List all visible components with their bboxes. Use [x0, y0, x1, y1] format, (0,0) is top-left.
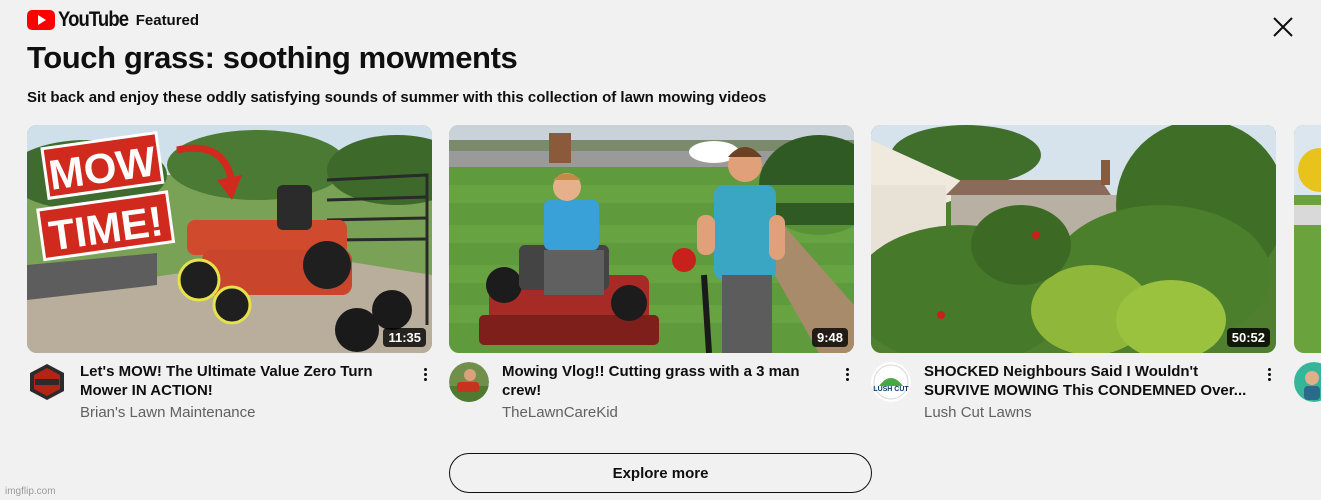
channel-logo-image: [27, 362, 67, 402]
channel-avatar[interactable]: [449, 362, 489, 402]
youtube-logo[interactable]: YouTube: [27, 8, 138, 32]
close-button[interactable]: [1268, 12, 1298, 42]
video-duration: 50:52: [1226, 328, 1270, 347]
playlist-title: Touch grass: soothing mowments: [27, 40, 518, 75]
channel-name[interactable]: Lush Cut Lawns: [924, 404, 1032, 421]
more-vert-icon: [423, 367, 427, 371]
video-thumbnail[interactable]: MOW TIME! 11:35: [27, 125, 432, 353]
video-meta: LUSH CUT SHOCKED Neighbours Said I Would…: [871, 362, 1276, 432]
video-card: 50:52 LUSH CUT SHOCKED Neighbours Said I…: [871, 125, 1276, 432]
video-meta: Mowing Vlog!! Cutting grass with a 3 man…: [449, 362, 854, 432]
more-options-button[interactable]: [1261, 364, 1277, 384]
video-title[interactable]: Let's MOW! The Ultimate Value Zero Turn …: [80, 362, 405, 400]
channel-logo-text: LUSH CUT: [873, 386, 909, 393]
playlist-description: Sit back and enjoy these oddly satisfyin…: [27, 89, 767, 106]
header: YouTube Featured: [27, 6, 199, 34]
video-duration: 9:48: [811, 328, 848, 347]
channel-name[interactable]: TheLawnCareKid: [502, 404, 618, 421]
channel-name[interactable]: Brian's Lawn Maintenance: [80, 404, 255, 421]
thumbnail-image: MOW TIME!: [27, 125, 432, 353]
video-thumbnail[interactable]: 9:48: [449, 125, 854, 353]
video-card: 9:48 Mowing Vlog!! Cutting grass with a …: [449, 125, 854, 432]
more-options-button[interactable]: [417, 364, 433, 384]
video-title[interactable]: SHOCKED Neighbours Said I Wouldn't SURVI…: [924, 362, 1249, 400]
thumbnail-image: [871, 125, 1276, 353]
more-vert-icon: [845, 367, 849, 371]
featured-label: Featured: [135, 11, 200, 29]
channel-logo-image: LUSH CUT: [871, 362, 911, 402]
next-video-thumbnail[interactable]: [1294, 125, 1321, 353]
video-meta: Let's MOW! The Ultimate Value Zero Turn …: [27, 362, 432, 432]
close-icon: [1273, 17, 1293, 37]
more-options-button[interactable]: [839, 364, 855, 384]
watermark: imgflip.com: [5, 486, 56, 497]
channel-avatar[interactable]: LUSH CUT: [871, 362, 911, 402]
youtube-play-icon: [27, 10, 55, 30]
channel-photo: [449, 362, 489, 402]
channel-avatar[interactable]: [27, 362, 67, 402]
video-duration: 11:35: [383, 328, 426, 347]
video-thumbnail[interactable]: 50:52: [871, 125, 1276, 353]
explore-more-button[interactable]: Explore more: [449, 453, 872, 493]
video-title[interactable]: Mowing Vlog!! Cutting grass with a 3 man…: [502, 362, 827, 400]
next-channel-avatar[interactable]: [1294, 362, 1321, 402]
video-card: MOW TIME! 11:35 Let's MOW! The Ultimate …: [27, 125, 432, 432]
thumbnail-image: [449, 125, 854, 353]
youtube-wordmark: YouTube: [58, 8, 129, 31]
more-vert-icon: [1267, 367, 1271, 371]
